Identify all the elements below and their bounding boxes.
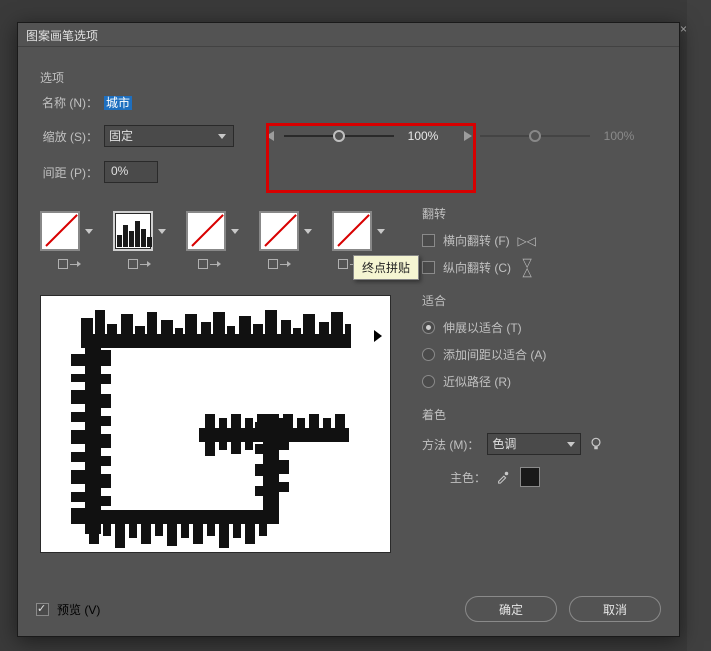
fit-heading: 适合 xyxy=(422,292,665,309)
background-panel xyxy=(687,0,711,651)
flow-icon-2 xyxy=(128,259,152,277)
pattern-brush-options-dialog: 图案画笔选项 选项 名称 (N)： 城市 缩放 (S)： 固定 xyxy=(17,22,680,637)
eyedropper-icon[interactable] xyxy=(496,470,510,484)
options-heading: 选项 xyxy=(40,69,665,86)
scale-slider-1[interactable] xyxy=(284,135,394,137)
scale-mode-select[interactable]: 固定 xyxy=(104,125,234,147)
method-select[interactable]: 色调 xyxy=(487,433,581,455)
scale-slider-1-thumb[interactable] xyxy=(333,130,345,142)
flow-icon-1 xyxy=(58,259,82,277)
preview-label: 预览 (V) xyxy=(57,601,100,618)
scrub-right-icon xyxy=(460,129,474,143)
tile-corner[interactable] xyxy=(113,211,153,251)
flip-horizontal-label: 横向翻转 (F) xyxy=(443,232,510,249)
flow-icon-3 xyxy=(198,259,222,277)
tile-start[interactable] xyxy=(186,211,226,251)
tile-start-dd[interactable] xyxy=(228,211,242,251)
scale-value-2: 100% xyxy=(596,129,642,143)
flip-h-icon: ▷◁ xyxy=(518,234,536,248)
name-input[interactable]: 城市 xyxy=(104,94,665,111)
method-label: 方法 (M)： xyxy=(422,436,479,453)
spacing-label: 间距 (P)： xyxy=(40,164,98,181)
tile-end[interactable] xyxy=(332,211,372,251)
key-color-label: 主色： xyxy=(450,469,486,486)
tile-inner-dd[interactable] xyxy=(301,211,315,251)
scrub-left-icon[interactable] xyxy=(264,129,278,143)
tile-corner-dd[interactable] xyxy=(155,211,169,251)
tile-side-dd[interactable] xyxy=(82,211,96,251)
fit-approx-label: 近似路径 (R) xyxy=(443,373,511,390)
spacing-input[interactable]: 0% xyxy=(104,161,158,183)
preview-arrow-icon xyxy=(374,330,382,342)
tile-inner[interactable] xyxy=(259,211,299,251)
tile-side[interactable] xyxy=(40,211,80,251)
key-color-swatch[interactable] xyxy=(520,467,540,487)
dialog-title: 图案画笔选项 xyxy=(18,23,679,47)
fit-space-radio[interactable] xyxy=(422,348,435,361)
scale-slider-2-thumb xyxy=(529,130,541,142)
flip-vertical-label: 纵向翻转 (C) xyxy=(443,259,511,276)
flip-heading: 翻转 xyxy=(422,205,665,222)
cancel-button[interactable]: 取消 xyxy=(569,596,661,622)
tile-end-dd[interactable] xyxy=(374,211,388,251)
brush-preview xyxy=(40,295,391,553)
bulb-icon[interactable] xyxy=(589,437,603,451)
bg-close-icon: × xyxy=(680,22,687,36)
scale-label: 缩放 (S)： xyxy=(40,128,98,145)
scale-value-1[interactable]: 100% xyxy=(400,129,446,143)
fit-approx-radio[interactable] xyxy=(422,375,435,388)
ok-button[interactable]: 确定 xyxy=(465,596,557,622)
scale-slider-2 xyxy=(480,135,590,137)
name-value: 城市 xyxy=(104,96,132,110)
flip-horizontal-checkbox[interactable] xyxy=(422,234,435,247)
color-heading: 着色 xyxy=(422,406,665,423)
fit-stretch-radio[interactable] xyxy=(422,321,435,334)
fit-stretch-label: 伸展以适合 (T) xyxy=(443,319,522,336)
preview-checkbox[interactable] xyxy=(36,603,49,616)
flow-icon-4 xyxy=(268,259,292,277)
name-label: 名称 (N)： xyxy=(40,94,98,111)
flip-v-icon: ▷◁ xyxy=(521,259,535,277)
fit-space-label: 添加间距以适合 (A) xyxy=(443,346,546,363)
tile-end-tooltip: 终点拼贴 xyxy=(353,255,419,280)
flip-vertical-checkbox[interactable] xyxy=(422,261,435,274)
